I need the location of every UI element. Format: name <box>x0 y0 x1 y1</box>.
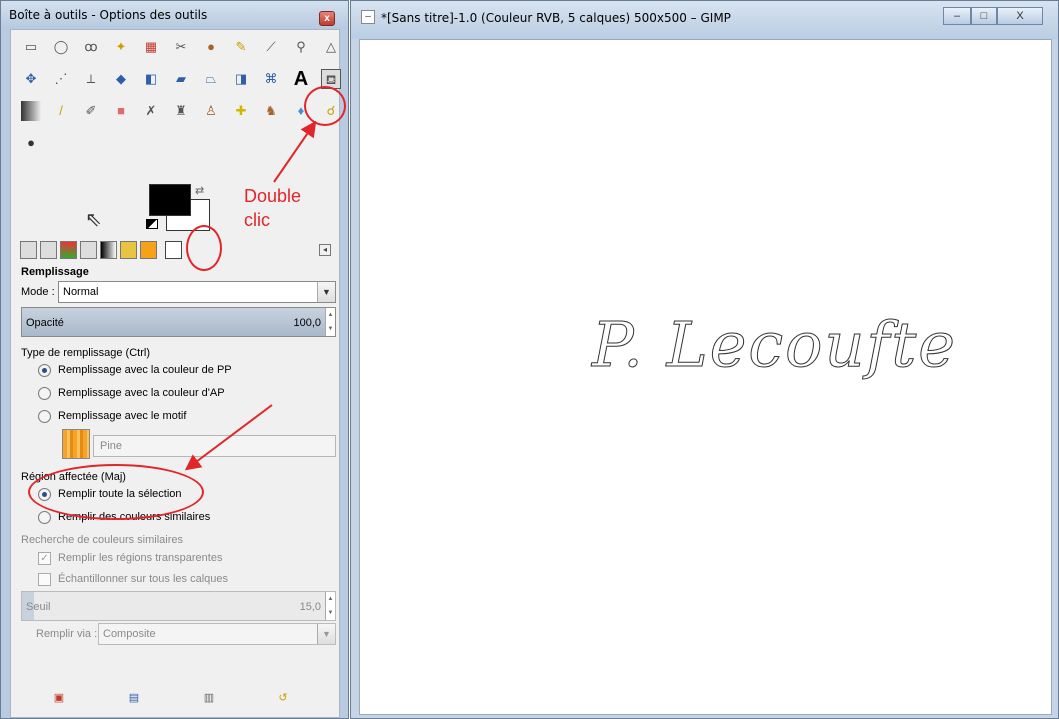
annotation-arrows <box>184 120 317 471</box>
image-window-titlebar[interactable]: – *[Sans titre]-1.0 (Couleur RVB, 5 calq… <box>351 1 1058 39</box>
minimize-button[interactable]: – <box>943 7 971 25</box>
selection-text: P. Lecoufte <box>592 308 957 382</box>
maximize-button[interactable]: □ <box>971 7 997 25</box>
annotation-arrow-region <box>184 404 273 471</box>
close-button[interactable]: X <box>997 7 1043 25</box>
desktop: Boîte à outils - Options des outils x ▭ … <box>0 0 1059 719</box>
image-window-title: *[Sans titre]-1.0 (Couleur RVB, 5 calque… <box>381 11 731 25</box>
annotation-arrow-bucket <box>273 120 317 183</box>
image-canvas[interactable]: P. Lecoufte <box>359 39 1052 715</box>
gimp-window-icon[interactable]: – <box>361 10 375 24</box>
image-window: – *[Sans titre]-1.0 (Couleur RVB, 5 calq… <box>350 0 1059 719</box>
